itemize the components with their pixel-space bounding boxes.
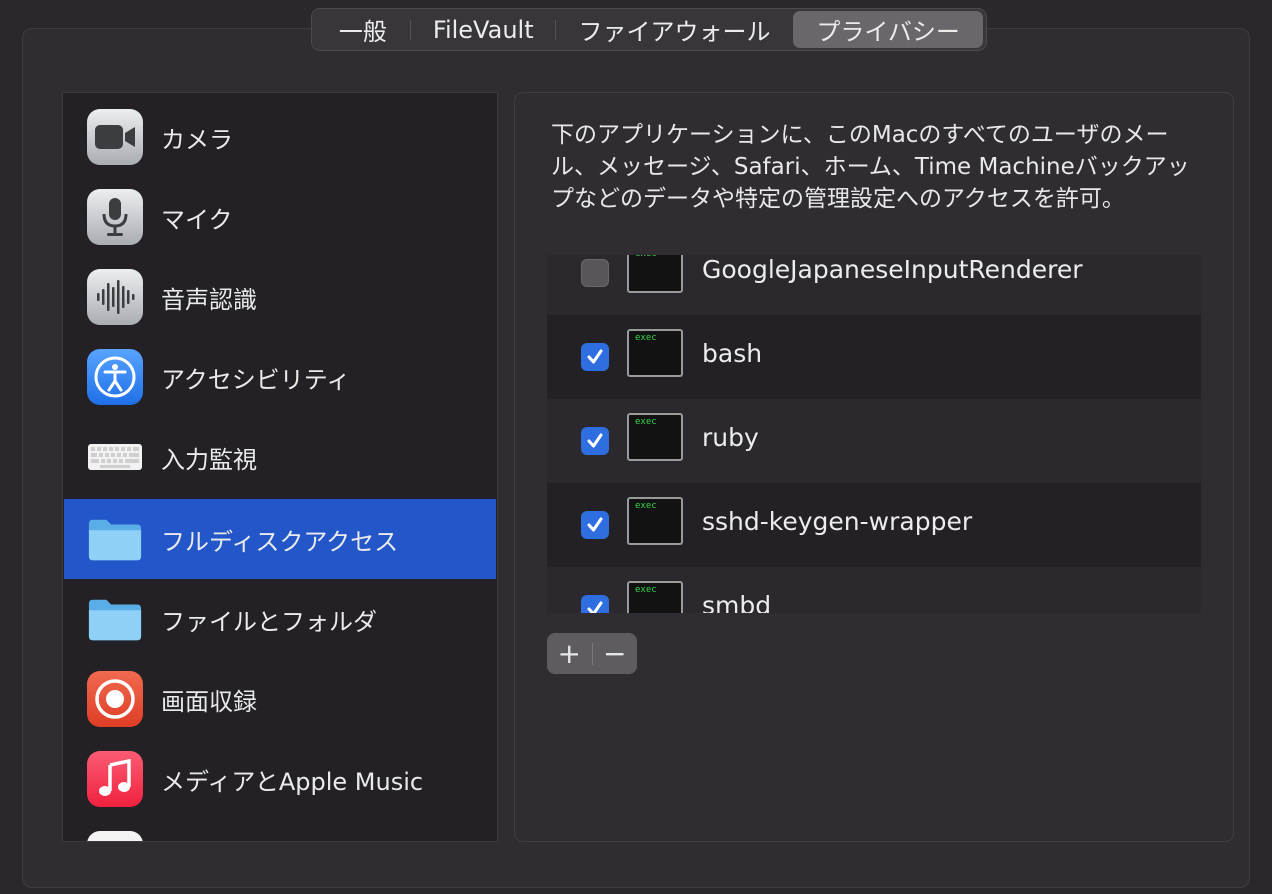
add-remove-control: + − [547,633,637,674]
sidebar-item-label: メディアとApple Music [161,767,424,796]
tab-firewall[interactable]: ファイアウォール [556,11,794,48]
list-item[interactable]: exec sshd-keygen-wrapper [547,483,1201,567]
sidebar-item-label: フルディスクアクセス [161,527,399,556]
camera-icon [87,109,143,165]
sidebar-item-label: 画面収録 [161,687,257,716]
description-text: 下のアプリケーションに、このMacのすべてのユーザのメール、メッセージ、Safa… [551,122,1190,212]
sidebar-item-label: アクセシビリティ [161,365,351,394]
app-checkbox[interactable] [581,343,609,371]
privacy-category-list: カメラ マイク 音声認識 アクセシビリティ 入力監視 フルディスクアクセス ファ… [62,92,498,842]
terminal-exec-icon: exec [627,497,683,545]
app-checkbox[interactable] [581,259,609,287]
tab-privacy[interactable]: プライバシー [793,11,983,48]
app-list[interactable]: exec GoogleJapaneseInputRenderer exec ba… [547,255,1201,613]
sidebar-item-screen-recording[interactable]: 画面収録 [64,659,496,739]
sidebar-item-label: ファイルとフォルダ [161,607,377,636]
sidebar-item-label: カメラ [161,125,233,154]
sidebar-item-speech-recognition[interactable]: 音声認識 [64,257,496,337]
sidebar-item-media-apple-music[interactable]: メディアとApple Music [64,739,496,819]
sidebar-item-label: 入力監視 [161,445,257,474]
terminal-exec-icon: exec [627,255,683,293]
checkmark-icon [587,433,603,448]
list-item[interactable]: exec smbd [547,567,1201,613]
checkmark-icon [587,349,603,364]
sidebar-item-files-and-folders[interactable]: ファイルとフォルダ [64,579,496,659]
sidebar-item-microphone[interactable]: マイク [64,177,496,257]
app-icon [87,831,143,841]
list-item[interactable]: exec bash [547,315,1201,399]
sidebar-item-partial[interactable] [64,819,496,841]
tab-bar: 一般 FileVault ファイアウォール プライバシー [311,8,987,51]
waveform-icon [87,269,143,325]
sidebar-item-input-monitoring[interactable]: 入力監視 [64,417,496,497]
screen-recording-icon [87,671,143,727]
folder-icon [87,511,143,567]
app-name: bash [702,339,763,368]
app-checkbox[interactable] [581,511,609,539]
music-icon [87,751,143,807]
add-app-button[interactable]: + [547,633,592,674]
sidebar-item-label: マイク [161,205,233,234]
terminal-exec-icon: exec [627,329,683,377]
checkmark-icon [587,601,603,613]
tab-filevault[interactable]: FileVault [411,11,556,48]
folder-icon [87,591,143,647]
app-name: ruby [702,423,759,452]
full-disk-access-panel: 下のアプリケーションに、このMacのすべてのユーザのメール、メッセージ、Safa… [514,92,1234,842]
microphone-icon [87,189,143,245]
list-item[interactable]: exec ruby [547,399,1201,483]
sidebar-item-label: 音声認識 [161,285,257,314]
sidebar-item-full-disk-access[interactable]: フルディスクアクセス [64,499,496,579]
sidebar-item-accessibility[interactable]: アクセシビリティ [64,337,496,417]
app-name: smbd [702,591,772,613]
accessibility-icon [87,349,143,405]
app-checkbox[interactable] [581,427,609,455]
app-name: GoogleJapaneseInputRenderer [702,255,1083,284]
app-name: sshd-keygen-wrapper [702,507,973,536]
sidebar-item-camera[interactable]: カメラ [64,97,496,177]
list-item[interactable]: exec GoogleJapaneseInputRenderer [547,255,1201,315]
remove-app-button[interactable]: − [592,633,637,674]
terminal-exec-icon: exec [627,413,683,461]
app-checkbox[interactable] [581,595,609,613]
checkmark-icon [587,517,603,532]
keyboard-icon [87,429,143,485]
terminal-exec-icon: exec [627,581,683,613]
tab-general[interactable]: 一般 [315,11,411,48]
